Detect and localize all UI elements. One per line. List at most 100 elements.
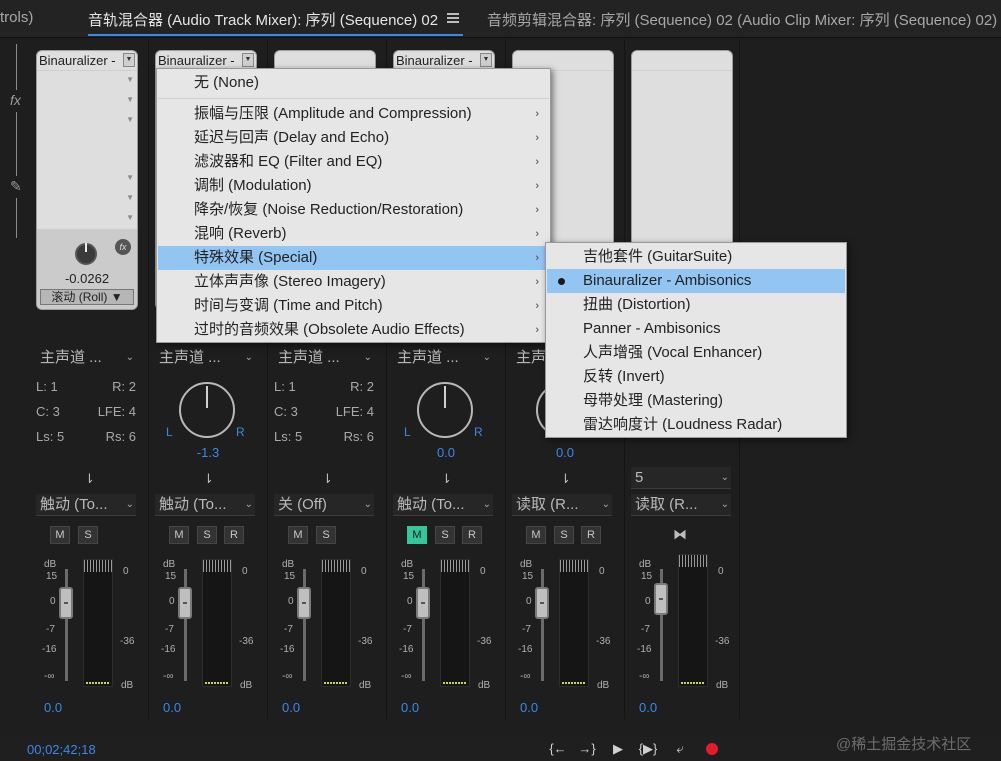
menu-item-time-pitch[interactable]: 时间与变调 (Time and Pitch) ›	[158, 294, 549, 318]
mute-button[interactable]: M	[50, 526, 70, 544]
volume-value[interactable]: 0.0	[639, 700, 657, 715]
chevron-down-icon[interactable]: ▼	[126, 193, 134, 202]
record-arm-button[interactable]: R	[224, 526, 244, 544]
automation-dropdown[interactable]: 触动 (To... ⌄	[393, 494, 493, 516]
loop-icon[interactable]: ⤶	[670, 740, 690, 758]
menu-item-delay[interactable]: 延迟与回声 (Delay and Echo) ›	[158, 126, 549, 150]
record-arm-button[interactable]: R	[581, 526, 601, 544]
chevron-down-icon[interactable]: ▼	[480, 53, 492, 67]
tab-audio-track-mixer[interactable]: 音轨混合器 (Audio Track Mixer): 序列 (Sequence)…	[88, 9, 438, 30]
submenu-item-invert[interactable]: 反转 (Invert)	[547, 365, 845, 389]
level-meter	[440, 559, 470, 687]
tab-audio-clip-mixer[interactable]: 音频剪辑混合器: 序列 (Sequence) 02 (Audio Clip Mi…	[487, 9, 997, 30]
meter-peak	[322, 560, 350, 572]
tab-controls-partial[interactable]: trols)	[0, 9, 33, 26]
volume-fader[interactable]	[59, 587, 73, 619]
fader-track	[65, 569, 68, 681]
dim-icon[interactable]: ⧓	[673, 526, 687, 543]
fx-parameter-value: -0.0262	[64, 271, 110, 286]
menu-item-filter-eq[interactable]: 滤波器和 EQ (Filter and EQ) ›	[158, 150, 549, 174]
volume-value[interactable]: 0.0	[520, 700, 538, 715]
mute-button[interactable]: M	[407, 526, 427, 544]
track-output-dropdown[interactable]: 主声道 ... ⌄	[36, 347, 136, 369]
volume-fader[interactable]	[416, 587, 430, 619]
automation-dropdown[interactable]: 读取 (R... ⌄	[631, 494, 731, 516]
pan-value[interactable]: 0.0	[506, 445, 624, 460]
menu-item-special[interactable]: 特殊效果 (Special) ›	[158, 246, 549, 270]
pan-value[interactable]: 0.0	[387, 445, 505, 460]
menu-item-amplitude[interactable]: 振幅与压限 (Amplitude and Compression) ›	[158, 102, 549, 126]
submenu-item-guitarsuite[interactable]: 吉他套件 (GuitarSuite)	[547, 245, 845, 269]
automation-dropdown[interactable]: 触动 (To... ⌄	[155, 494, 255, 516]
play-in-to-out-icon[interactable]: {▶}	[638, 740, 658, 758]
volume-fader[interactable]	[297, 587, 311, 619]
automation-dropdown[interactable]: 触动 (To... ⌄	[36, 494, 136, 516]
master-channel-dropdown[interactable]: 5 ⌄	[631, 467, 731, 489]
submenu-item-panner[interactable]: Panner - Ambisonics	[547, 317, 845, 341]
channel-label: LFE: 4	[335, 404, 374, 419]
volume-fader[interactable]	[535, 587, 549, 619]
fx-parameter-knob[interactable]	[75, 243, 97, 265]
record-icon[interactable]	[706, 743, 718, 755]
pan-value[interactable]: -1.3	[149, 445, 267, 460]
meter-tick: 15	[46, 571, 58, 582]
channel-label: Ls: 5	[274, 429, 303, 444]
fx-slot-label: Binauralizer -	[39, 53, 116, 68]
submenu-item-vocal-enhancer[interactable]: 人声增强 (Vocal Enhancer)	[547, 341, 845, 365]
menu-item-stereo-imagery[interactable]: 立体声声像 (Stereo Imagery) ›	[158, 270, 549, 294]
chevron-down-icon[interactable]: ▼	[126, 115, 134, 124]
submenu-item-mastering[interactable]: 母带处理 (Mastering)	[547, 389, 845, 413]
automation-dropdown[interactable]: 读取 (R... ⌄	[512, 494, 612, 516]
volume-value[interactable]: 0.0	[282, 700, 300, 715]
chevron-down-icon[interactable]: ▼	[242, 53, 254, 67]
track-output-dropdown[interactable]: 主声道 ... ⌄	[274, 347, 374, 369]
chevron-down-icon[interactable]: ▼	[126, 75, 134, 84]
meter-tick: -16	[637, 644, 652, 655]
panel-menu-icon[interactable]	[447, 13, 459, 23]
fx-slot-1[interactable]	[632, 51, 732, 71]
mute-button[interactable]: M	[526, 526, 546, 544]
menu-item-modulation[interactable]: 调制 (Modulation) ›	[158, 174, 549, 198]
go-to-out-icon[interactable]: →}	[577, 740, 597, 758]
meter-signal	[205, 682, 229, 684]
fx-slot-1[interactable]: Binauralizer - ▼	[37, 51, 137, 71]
chevron-down-icon[interactable]: ▼	[126, 95, 134, 104]
solo-button[interactable]: S	[554, 526, 574, 544]
track-output-dropdown[interactable]: 主声道 ... ⌄	[393, 347, 493, 369]
timecode-display[interactable]: 00;02;42;18	[27, 742, 96, 757]
volume-value[interactable]: 0.0	[401, 700, 419, 715]
submenu-item-binauralizer[interactable]: Binauralizer - Ambisonics	[547, 269, 845, 293]
solo-button[interactable]: S	[197, 526, 217, 544]
mute-button[interactable]: M	[169, 526, 189, 544]
chevron-down-icon[interactable]: ▼	[126, 213, 134, 222]
track-output-dropdown[interactable]: 主声道 ... ⌄	[155, 347, 255, 369]
solo-button[interactable]: S	[316, 526, 336, 544]
volume-fader[interactable]	[178, 587, 192, 619]
menu-item-none[interactable]: 无 (None)	[158, 71, 549, 95]
pan-knob[interactable]	[417, 382, 473, 438]
volume-value[interactable]: 0.0	[44, 700, 62, 715]
solo-button[interactable]: S	[435, 526, 455, 544]
channel-label: Rs: 6	[343, 429, 374, 444]
submenu-item-distortion[interactable]: 扭曲 (Distortion)	[547, 293, 845, 317]
menu-item-noise-reduction[interactable]: 降杂/恢复 (Noise Reduction/Restoration) ›	[158, 198, 549, 222]
submenu-item-loudness-radar[interactable]: 雷达响度计 (Loudness Radar)	[547, 413, 845, 437]
mute-button[interactable]: M	[288, 526, 308, 544]
chevron-right-icon: ›	[535, 108, 539, 120]
menu-item-reverb[interactable]: 混响 (Reverb) ›	[158, 222, 549, 246]
menu-item-obsolete[interactable]: 过时的音频效果 (Obsolete Audio Effects) ›	[158, 318, 549, 342]
automation-mode-dropdown[interactable]: 滚动 (Roll) ▼	[40, 289, 134, 305]
record-arm-button[interactable]: R	[462, 526, 482, 544]
pan-knob[interactable]	[179, 382, 235, 438]
menu-item-label: 混响 (Reverb)	[194, 225, 287, 242]
volume-value[interactable]: 0.0	[163, 700, 181, 715]
go-to-in-icon[interactable]: {←	[548, 740, 568, 758]
chevron-down-icon[interactable]: ▼	[123, 53, 135, 67]
chevron-down-icon[interactable]: ▼	[126, 173, 134, 182]
automation-dropdown[interactable]: 关 (Off) ⌄	[274, 494, 374, 516]
solo-button[interactable]: S	[78, 526, 98, 544]
volume-fader[interactable]	[654, 583, 668, 615]
play-icon[interactable]: ▶	[608, 740, 628, 758]
menu-item-label: 立体声声像 (Stereo Imagery)	[194, 273, 386, 290]
fx-bypass-icon[interactable]: fx	[115, 239, 131, 255]
